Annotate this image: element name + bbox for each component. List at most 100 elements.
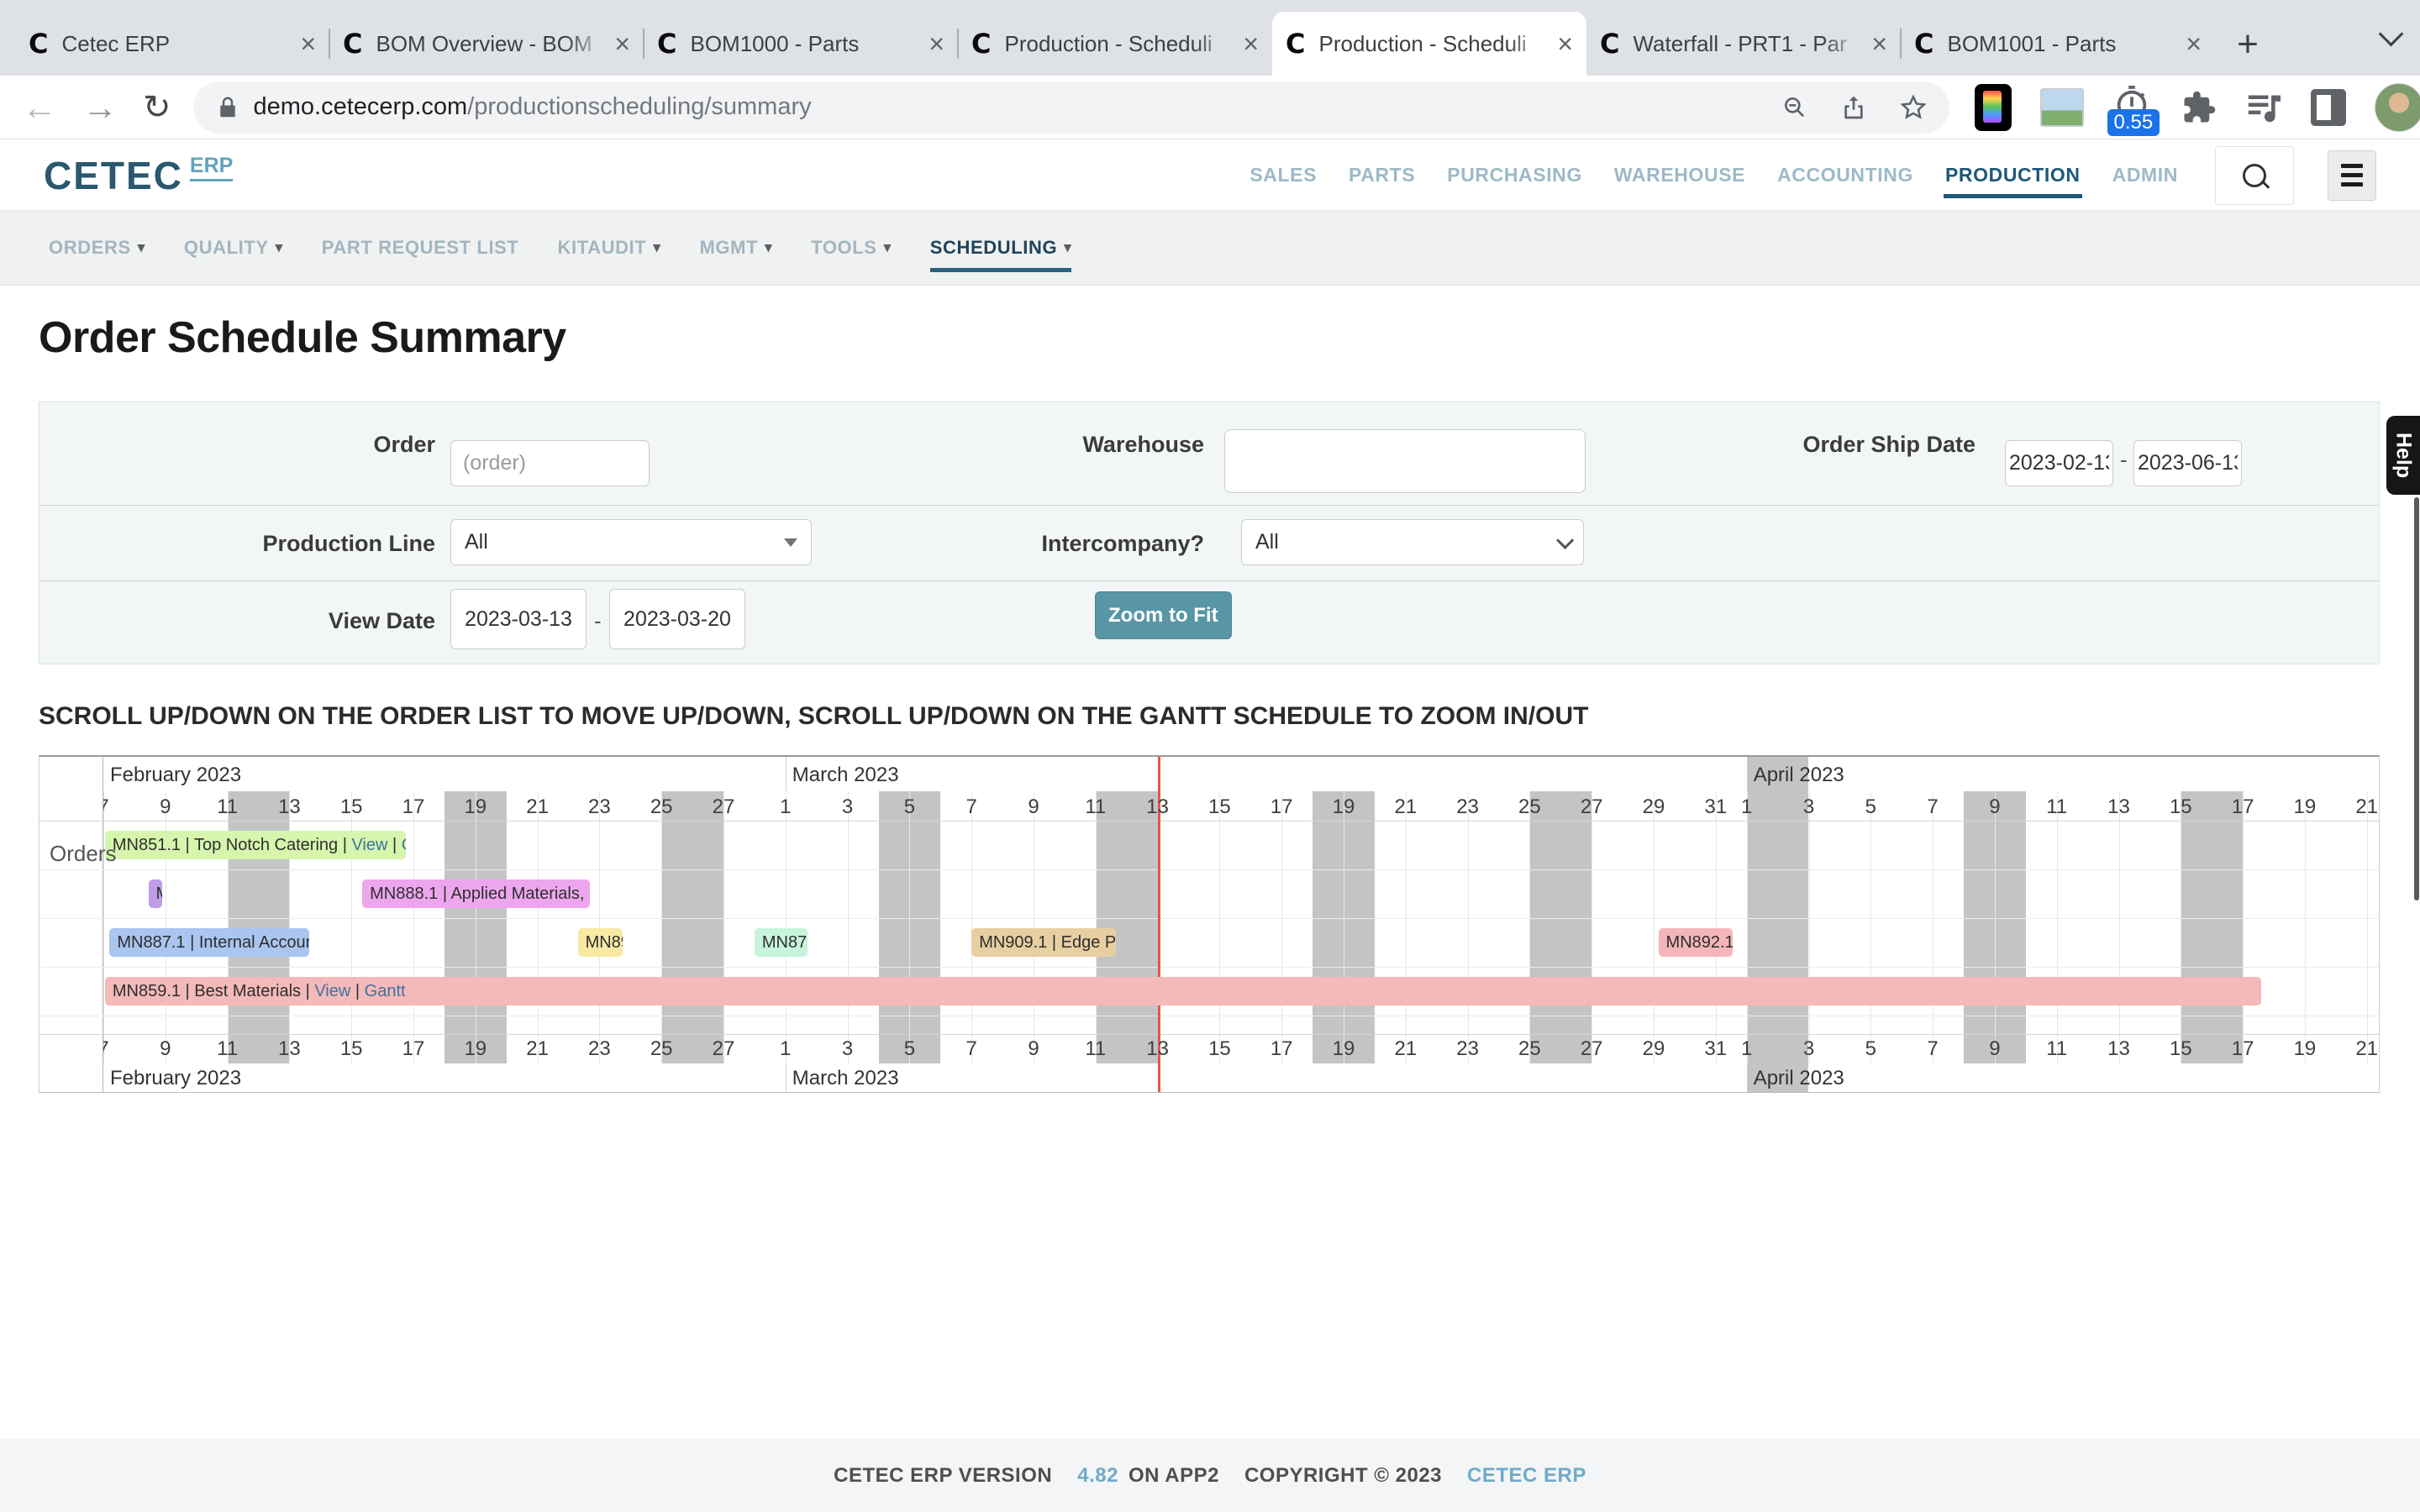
sidebar-extension-icon[interactable]	[2311, 89, 2346, 126]
caret-down-icon	[784, 538, 797, 547]
forward-button[interactable]: →	[82, 90, 118, 125]
main-nav-item-accounting[interactable]: ACCOUNTING	[1777, 164, 1913, 186]
zoom-to-fit-button[interactable]: Zoom to Fit	[1095, 591, 1232, 639]
day-gridline	[103, 791, 104, 1063]
gantt-bar[interactable]: MN892.1	[1659, 928, 1733, 957]
gantt-bar[interactable]: MN909.1 | Edge Pro	[971, 928, 1116, 957]
gantt-bar[interactable]: MN895	[578, 928, 623, 957]
gantt-bar[interactable]: MN888.1 | Applied Materials, In	[362, 879, 590, 908]
subnav-item-orders[interactable]: ORDERS▾	[49, 237, 145, 259]
gantt-bar[interactable]: MN859.1 | Best Materials | View | Gantt	[105, 977, 2261, 1005]
close-icon[interactable]: ×	[1557, 30, 1573, 57]
close-icon[interactable]: ×	[300, 30, 316, 57]
browser-tab[interactable]: CCetec ERP×	[15, 12, 329, 76]
url-bar[interactable]: demo.cetecerp.com/productionscheduling/s…	[193, 81, 1949, 134]
day-gridline	[599, 791, 600, 1063]
screenshot-extension-icon[interactable]	[2040, 88, 2084, 127]
bookmark-star-icon[interactable]	[1899, 93, 1928, 122]
help-tab[interactable]: Help	[2386, 416, 2420, 495]
day-gridline	[1219, 791, 1220, 1063]
gantt-bar[interactable]: MN887.1 | Internal Accounting	[109, 928, 309, 957]
gantt-bar-link[interactable]: Gantt	[402, 836, 406, 854]
subnav-item-mgmt[interactable]: MGMT▾	[699, 237, 772, 259]
browser-tab[interactable]: CWaterfall - PRT1 - Par×	[1586, 12, 1901, 76]
scrollbar-thumb[interactable]	[2414, 497, 2419, 900]
subnav-item-quality[interactable]: QUALITY▾	[184, 237, 283, 259]
gantt-bar-link[interactable]: View	[351, 836, 387, 854]
view-date-from-input[interactable]	[450, 589, 587, 649]
day-tick-label: 9	[1015, 1037, 1052, 1061]
main-nav-item-admin[interactable]: ADMIN	[2112, 164, 2178, 186]
browser-tab[interactable]: CProduction - Scheduli×	[958, 12, 1272, 76]
close-icon[interactable]: ×	[2186, 30, 2202, 57]
main-nav-item-purchasing[interactable]: PURCHASING	[1447, 164, 1582, 186]
browser-tab[interactable]: CProduction - Scheduli×	[1272, 12, 1586, 76]
gantt-schedule[interactable]: Orders February 2023February 20237799111…	[39, 755, 2380, 1093]
gantt-bar[interactable]: M	[149, 879, 163, 908]
day-tick-label: 7	[103, 1037, 122, 1061]
stopwatch-extension-icon[interactable]: 0.55	[2112, 84, 2153, 131]
gantt-bar[interactable]: MN851.1 | Top Notch Catering | View | Ga…	[105, 831, 406, 859]
subnav-item-kitaudit[interactable]: KITAUDIT▾	[557, 237, 660, 259]
orders-axis-label: Orders	[50, 841, 116, 867]
page-zoom-icon[interactable]	[1781, 94, 1808, 121]
footer-version-link[interactable]: 4.82	[1077, 1464, 1118, 1488]
new-tab-button[interactable]: +	[2223, 20, 2272, 69]
share-icon[interactable]	[1840, 94, 1867, 121]
order-ship-date-label: Order Ship Date	[1686, 432, 1975, 458]
day-tick-label: 7	[953, 1037, 990, 1061]
global-search-button[interactable]	[2215, 146, 2294, 205]
production-line-select[interactable]: All	[450, 519, 812, 565]
ship-date-from-input[interactable]	[2005, 440, 2113, 486]
close-icon[interactable]: ×	[1871, 30, 1887, 57]
tab-search-chevron-icon[interactable]	[2379, 22, 2404, 47]
browser-tab[interactable]: CBOM1000 - Parts×	[644, 12, 958, 76]
day-gridline	[848, 791, 849, 1063]
profile-avatar[interactable]	[2375, 83, 2420, 132]
close-icon[interactable]: ×	[1243, 30, 1259, 57]
playlist-extension-icon[interactable]	[2245, 91, 2282, 124]
day-tick-label: 27	[705, 1037, 742, 1061]
back-button[interactable]: ←	[22, 90, 57, 125]
gantt-chart-area[interactable]: February 2023February 202377991111131315…	[103, 757, 2379, 1092]
day-tick-label: 15	[333, 1037, 370, 1061]
weekend-band	[1096, 791, 1158, 1063]
ship-date-to-input[interactable]	[2133, 440, 2242, 486]
warehouse-input[interactable]	[1224, 429, 1586, 493]
reload-button[interactable]: ↻	[143, 88, 171, 127]
warehouse-label: Warehouse	[964, 432, 1204, 458]
cetec-favicon-icon: C	[971, 28, 991, 60]
subnav-item-label: TOOLS	[811, 237, 876, 259]
hamburger-menu-button[interactable]	[2328, 150, 2376, 201]
cetec-logo[interactable]: CETEC ERP	[44, 153, 233, 198]
day-tick-label: 27	[1573, 795, 1610, 819]
day-tick-label: 9	[1015, 795, 1052, 819]
gantt-bar-link[interactable]: View	[314, 982, 350, 1000]
day-tick-label: 11	[2039, 1037, 2075, 1061]
subnav-item-part-request-list[interactable]: PART REQUEST LIST	[322, 237, 519, 259]
close-icon[interactable]: ×	[614, 30, 630, 57]
date-range-dash: -	[2120, 447, 2128, 473]
main-nav-item-parts[interactable]: PARTS	[1349, 164, 1415, 186]
gantt-bar-text: MN851.1 | Top Notch Catering |	[113, 836, 352, 854]
close-icon[interactable]: ×	[929, 30, 944, 57]
subnav-item-tools[interactable]: TOOLS▾	[811, 237, 892, 259]
view-date-to-input[interactable]	[609, 589, 745, 649]
extensions-puzzle-icon[interactable]	[2181, 90, 2217, 125]
browser-tab[interactable]: CBOM Overview - BOM×	[329, 12, 644, 76]
day-tick-label: 5	[1852, 795, 1889, 819]
order-input[interactable]	[450, 440, 650, 486]
main-nav-item-production[interactable]: PRODUCTION	[1945, 164, 2081, 186]
main-nav-item-sales[interactable]: SALES	[1249, 164, 1317, 186]
day-tick-label: 3	[1791, 1037, 1828, 1061]
subnav-item-scheduling[interactable]: SCHEDULING▾	[930, 237, 1072, 259]
intercompany-select[interactable]: All	[1241, 519, 1584, 565]
main-nav-item-warehouse[interactable]: WAREHOUSE	[1614, 164, 1745, 186]
application-window: CCetec ERP×CBOM Overview - BOM×CBOM1000 …	[0, 0, 2420, 1512]
doc-extension-icon[interactable]	[1975, 84, 2012, 131]
browser-tab[interactable]: CBOM1001 - Parts×	[1901, 12, 2215, 76]
gantt-bar-link[interactable]: Gantt	[365, 982, 406, 1000]
footer-brand-link[interactable]: CETEC ERP	[1467, 1464, 1586, 1488]
gantt-bar[interactable]: MN875	[755, 928, 808, 957]
subnav-item-label: MGMT	[699, 237, 758, 259]
